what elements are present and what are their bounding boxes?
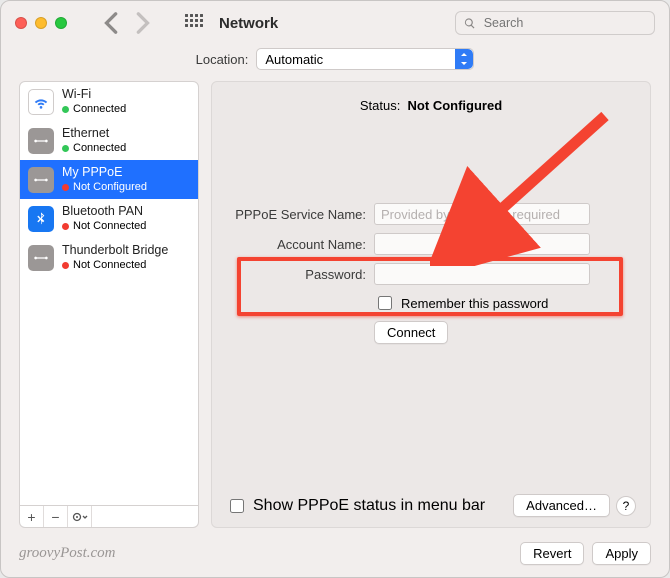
minimize-icon[interactable] [35, 17, 47, 29]
sidebar-item-ethernet[interactable]: Ethernet Connected [20, 121, 198, 160]
window-footer: groovyPost.com Revert Apply [1, 534, 669, 577]
remember-password-label: Remember this password [401, 296, 548, 311]
revert-button[interactable]: Revert [520, 542, 584, 565]
sidebar-item-bluetooth[interactable]: Bluetooth PAN Not Connected [20, 199, 198, 238]
search-field[interactable] [455, 11, 655, 35]
status-value: Not Configured [408, 98, 503, 113]
connect-button[interactable]: Connect [374, 321, 448, 344]
status-dot-icon [62, 106, 69, 113]
account-name-input[interactable] [374, 233, 590, 255]
remember-password-checkbox[interactable] [378, 296, 392, 310]
show-menubar-checkbox[interactable] [230, 499, 244, 513]
sidebar-item-wifi[interactable]: Wi-Fi Connected [20, 82, 198, 121]
search-icon [464, 17, 476, 30]
detail-panel: Status: Not Configured PPPoE Service Nam… [211, 81, 651, 528]
service-name-input[interactable] [374, 203, 590, 225]
add-service-button[interactable]: + [20, 506, 44, 527]
close-icon[interactable] [15, 17, 27, 29]
location-label: Location: [196, 52, 249, 67]
show-all-button[interactable] [183, 12, 205, 34]
search-input[interactable] [482, 15, 646, 31]
services-sidebar: Wi-Fi Connected Ethernet Connected [19, 81, 199, 528]
thunderbolt-icon [28, 245, 54, 271]
window-title: Network [219, 15, 278, 32]
traffic-lights [15, 17, 67, 29]
services-list: Wi-Fi Connected Ethernet Connected [19, 81, 199, 506]
forward-button[interactable] [131, 12, 153, 34]
status-dot-icon [62, 184, 69, 191]
watermark: groovyPost.com [19, 545, 116, 562]
status-dot-icon [62, 262, 69, 269]
sidebar-item-pppoe[interactable]: My PPPoE Not Configured [20, 160, 198, 199]
chevron-updown-icon [455, 49, 473, 69]
zoom-icon[interactable] [55, 17, 67, 29]
status-dot-icon [62, 145, 69, 152]
password-input[interactable] [374, 263, 590, 285]
grid-icon [185, 14, 203, 32]
titlebar: Network [1, 1, 669, 45]
status-line: Status: Not Configured [226, 98, 636, 113]
back-button[interactable] [101, 12, 123, 34]
location-row: Location: Automatic [1, 45, 669, 73]
sidebar-footer: + − [19, 506, 199, 528]
prefs-window: Network Location: Automatic Wi-Fi [0, 0, 670, 578]
status-dot-icon [62, 223, 69, 230]
service-name-label: PPPoE Service Name: [226, 207, 366, 222]
gear-menu-icon [72, 512, 88, 522]
password-label: Password: [226, 267, 366, 282]
wifi-icon [28, 89, 54, 115]
remove-service-button[interactable]: − [44, 506, 68, 527]
ethernet-icon [28, 128, 54, 154]
location-select[interactable]: Automatic [256, 48, 474, 70]
bluetooth-icon [28, 206, 54, 232]
pppoe-icon [28, 167, 54, 193]
more-actions-button[interactable] [68, 506, 92, 527]
account-name-label: Account Name: [226, 237, 366, 252]
show-menubar-label: Show PPPoE status in menu bar [253, 497, 485, 515]
help-button[interactable]: ? [616, 496, 636, 516]
apply-button[interactable]: Apply [592, 542, 651, 565]
advanced-button[interactable]: Advanced… [513, 494, 610, 517]
location-value: Automatic [265, 52, 455, 67]
sidebar-item-thunderbolt[interactable]: Thunderbolt Bridge Not Connected [20, 238, 198, 277]
